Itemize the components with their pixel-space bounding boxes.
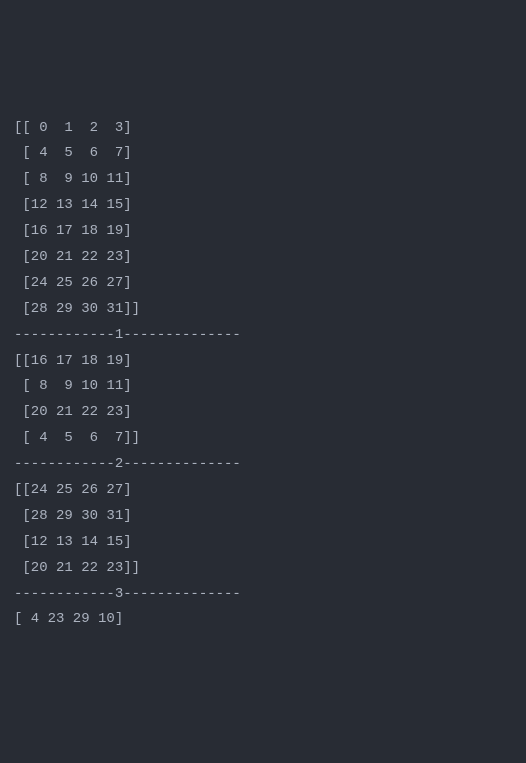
output-line: [28 29 30 31] [14,504,512,530]
output-line: ------------3-------------- [14,582,512,608]
terminal-output: [[ 0 1 2 3] [ 4 5 6 7] [ 8 9 10 11] [12 … [14,116,512,634]
output-line: [ 8 9 10 11] [14,167,512,193]
output-line: [20 21 22 23] [14,245,512,271]
output-line: [ 4 5 6 7] [14,141,512,167]
output-line: [[ 0 1 2 3] [14,116,512,142]
output-line: ------------1-------------- [14,323,512,349]
output-line: [16 17 18 19] [14,219,512,245]
output-line: [20 21 22 23] [14,400,512,426]
output-line: [28 29 30 31]] [14,297,512,323]
output-line: [12 13 14 15] [14,193,512,219]
output-line: ------------2-------------- [14,452,512,478]
output-line: [[16 17 18 19] [14,349,512,375]
output-line: [ 8 9 10 11] [14,374,512,400]
output-line: [ 4 23 29 10] [14,607,512,633]
output-line: [12 13 14 15] [14,530,512,556]
output-line: [[24 25 26 27] [14,478,512,504]
output-line: [20 21 22 23]] [14,556,512,582]
output-line: [24 25 26 27] [14,271,512,297]
output-line: [ 4 5 6 7]] [14,426,512,452]
